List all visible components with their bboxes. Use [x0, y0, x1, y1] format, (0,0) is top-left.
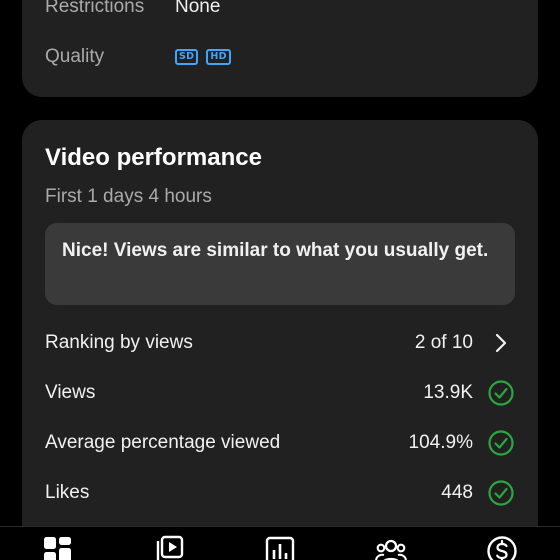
metric-value: 13.9K	[423, 382, 473, 403]
chevron-right-icon[interactable]	[487, 329, 515, 357]
video-details-card: Restrictions None Quality SD HD	[22, 0, 538, 97]
metric-value: 104.9%	[408, 432, 473, 453]
performance-subtitle: First 1 days 4 hours	[45, 186, 212, 207]
quality-row: Quality SD HD	[45, 46, 231, 68]
views-row: Views 13.9K	[45, 378, 515, 408]
metric-value: 2 of 10	[414, 332, 473, 353]
metric-label: Views	[45, 382, 96, 403]
restrictions-value: None	[175, 0, 221, 17]
hd-badge: HD	[206, 49, 231, 65]
video-performance-card: Video performance First 1 days 4 hours N…	[22, 120, 538, 560]
likes-row: Likes 448	[45, 478, 515, 508]
analytics-icon[interactable]	[264, 535, 296, 560]
average-percentage-viewed-row: Average percentage viewed 104.9%	[45, 428, 515, 458]
bottom-navigation	[0, 526, 560, 560]
check-circle-icon	[487, 479, 515, 507]
earn-icon[interactable]	[486, 535, 518, 560]
dashboard-icon[interactable]	[42, 535, 74, 560]
check-circle-icon	[487, 379, 515, 407]
video-details-screen: Restrictions None Quality SD HD Video pe…	[0, 0, 560, 560]
community-icon[interactable]	[375, 535, 407, 560]
content-icon[interactable]	[153, 535, 185, 560]
check-circle-icon	[487, 429, 515, 457]
performance-insight: Nice! Views are similar to what you usua…	[45, 223, 515, 305]
quality-badges: SD HD	[175, 49, 231, 65]
metric-value: 448	[441, 482, 473, 503]
restrictions-row: Restrictions None	[45, 0, 220, 18]
metric-label: Average percentage viewed	[45, 432, 281, 453]
quality-label: Quality	[45, 46, 105, 67]
performance-title: Video performance	[45, 144, 262, 171]
metric-label: Ranking by views	[45, 332, 193, 353]
restrictions-label: Restrictions	[45, 0, 145, 17]
sd-badge: SD	[175, 49, 199, 65]
ranking-by-views-row[interactable]: Ranking by views 2 of 10	[45, 328, 515, 358]
metric-label: Likes	[45, 482, 90, 503]
